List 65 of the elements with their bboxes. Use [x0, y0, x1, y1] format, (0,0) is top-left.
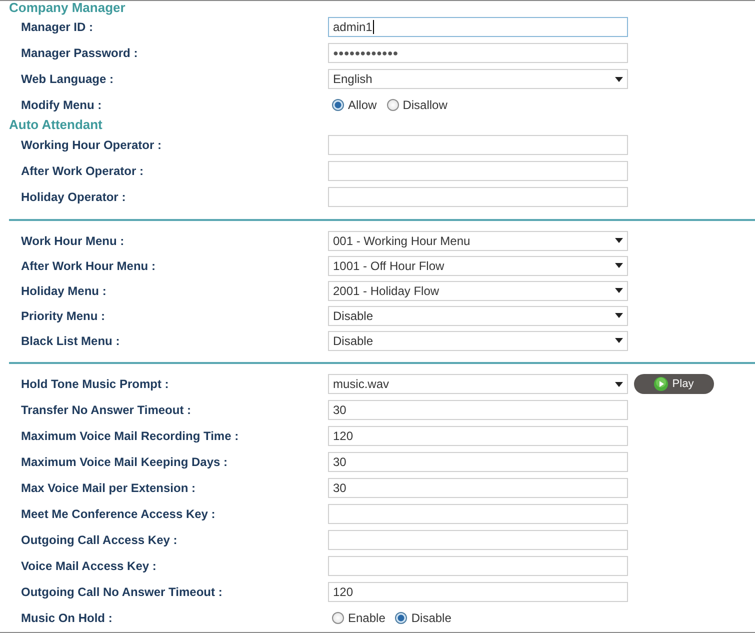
- radio-option[interactable]: Allow: [332, 98, 377, 112]
- section-heading: Auto Attendant: [8, 118, 104, 132]
- field-label: Manager ID :: [20, 20, 94, 34]
- input-field[interactable]: admin1: [328, 17, 628, 37]
- dropdown[interactable]: English: [328, 69, 628, 89]
- input-field[interactable]: 30: [328, 478, 628, 498]
- dropdown[interactable]: 1001 - Off Hour Flow: [328, 256, 628, 276]
- radio-button[interactable]: [332, 99, 344, 111]
- field-label: Manager Password :: [20, 46, 139, 60]
- dropdown-arrow-icon: [615, 288, 623, 293]
- dropdown-arrow-icon: [615, 76, 623, 82]
- dropdown[interactable]: Disable: [328, 330, 628, 350]
- input-field[interactable]: [328, 530, 628, 550]
- option-label: Allow: [348, 98, 377, 112]
- play-icon: [654, 377, 668, 391]
- field-label: Voice Mail Access Key :: [20, 559, 158, 573]
- field-label: Priority Menu :: [20, 308, 106, 322]
- field-label: Meet Me Conference Access Key :: [20, 507, 216, 521]
- play-button[interactable]: Play: [634, 374, 714, 394]
- section-heading: Company Manager: [8, 1, 126, 14]
- option-label: Enable: [348, 611, 386, 625]
- field-label: After Work Hour Menu :: [20, 258, 156, 272]
- password-field[interactable]: ●●●●●●●●●●●●: [328, 43, 628, 63]
- input-field[interactable]: [328, 556, 628, 576]
- input-field[interactable]: 30: [328, 452, 628, 472]
- input-field[interactable]: 30: [328, 400, 628, 420]
- field-label: Maximum Voice Mail Keeping Days :: [20, 455, 229, 469]
- field-label: Holiday Operator :: [20, 190, 127, 204]
- dropdown-arrow-icon: [615, 313, 623, 318]
- field-label: Modify Menu :: [20, 98, 103, 112]
- input-field[interactable]: [328, 135, 628, 155]
- dropdown-arrow-icon: [615, 338, 623, 343]
- radio-option[interactable]: Disallow: [386, 98, 448, 112]
- dropdown[interactable]: 2001 - Holiday Flow: [328, 280, 628, 300]
- input-field[interactable]: 120: [328, 582, 628, 602]
- dropdown[interactable]: music.wav: [328, 374, 628, 394]
- radio-button[interactable]: [332, 612, 344, 624]
- field-label: Music On Hold :: [20, 611, 114, 625]
- input-field[interactable]: [328, 187, 628, 207]
- radio-button[interactable]: [386, 99, 399, 111]
- field-label: Hold Tone Music Prompt :: [20, 377, 170, 391]
- radio-option[interactable]: Disable: [395, 611, 452, 625]
- dropdown-arrow-icon: [615, 263, 623, 268]
- option-label: Disallow: [402, 98, 448, 112]
- dropdown-arrow-icon: [615, 238, 623, 243]
- dropdown-arrow-icon: [615, 382, 623, 386]
- field-label: Maximum Voice Mail Recording Time :: [20, 429, 240, 443]
- field-label: Outgoing Call Access Key :: [20, 533, 178, 547]
- field-label: Max Voice Mail per Extension :: [20, 481, 196, 495]
- radio-option[interactable]: Enable: [332, 611, 386, 625]
- dropdown[interactable]: Disable: [328, 306, 628, 326]
- field-label: Holiday Menu :: [20, 284, 108, 298]
- field-label: Black List Menu :: [20, 334, 121, 348]
- field-label: Working Hour Operator :: [20, 138, 162, 152]
- input-field[interactable]: [328, 161, 628, 181]
- field-label: After Work Operator :: [20, 164, 144, 178]
- dropdown[interactable]: 001 - Working Hour Menu: [328, 230, 628, 250]
- field-label: Work Hour Menu :: [20, 234, 126, 248]
- field-label: Web Language :: [20, 72, 114, 86]
- input-field[interactable]: [328, 504, 628, 524]
- field-label: Outgoing Call No Answer Timeout :: [20, 585, 224, 599]
- radio-button[interactable]: [395, 612, 408, 624]
- option-label: Disable: [411, 611, 452, 625]
- input-field[interactable]: 120: [328, 426, 628, 446]
- field-label: Transfer No Answer Timeout :: [20, 403, 192, 417]
